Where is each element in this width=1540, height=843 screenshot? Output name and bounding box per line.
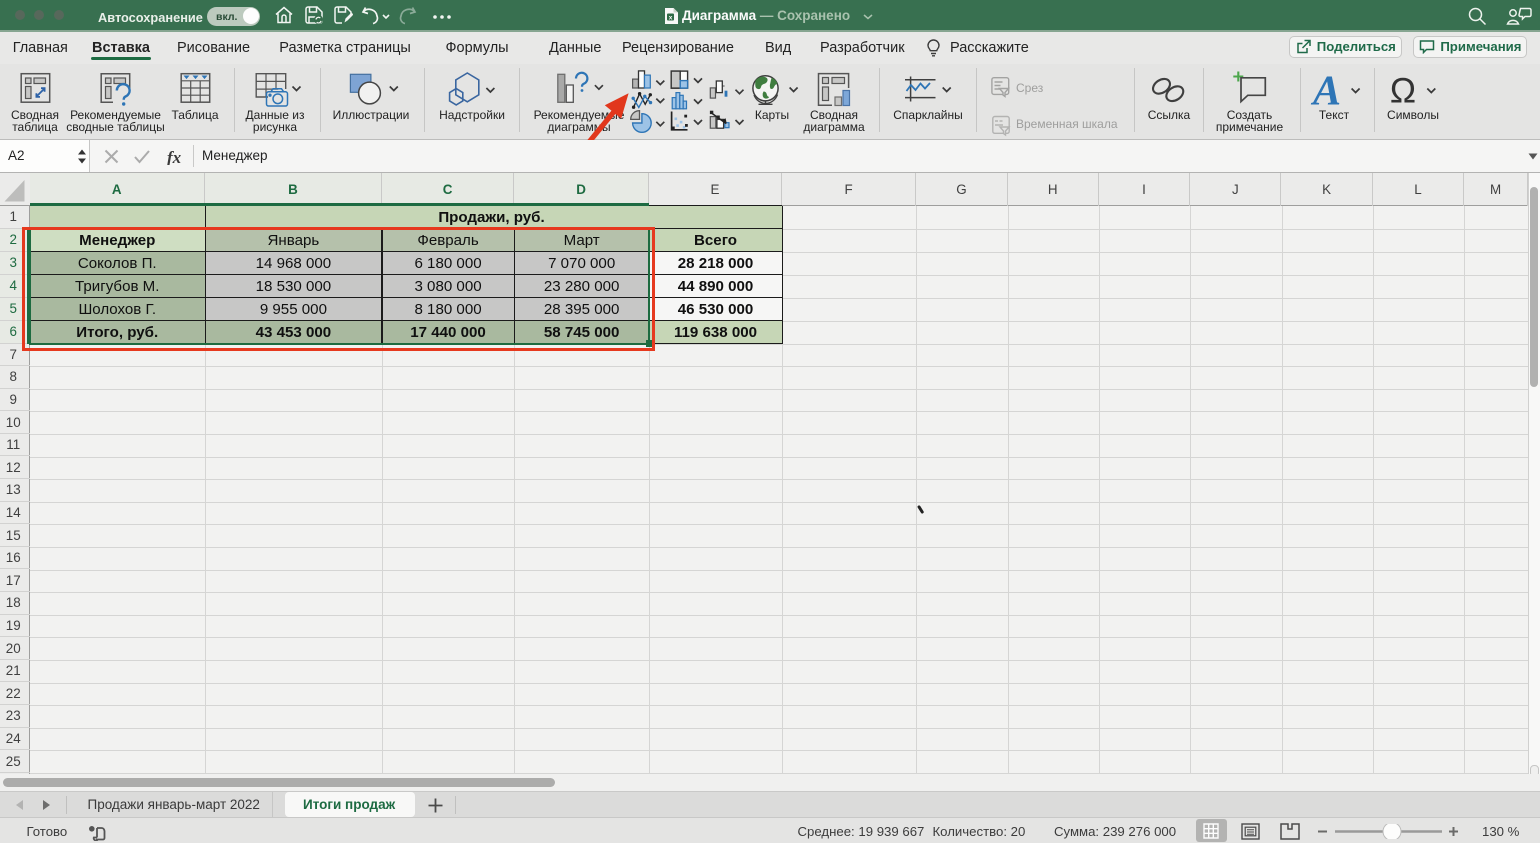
svg-text:A: A: [1310, 69, 1341, 115]
svg-text:Ω: Ω: [1390, 72, 1416, 111]
svg-text:x: x: [669, 14, 673, 21]
svg-text:fx: fx: [167, 149, 182, 165]
